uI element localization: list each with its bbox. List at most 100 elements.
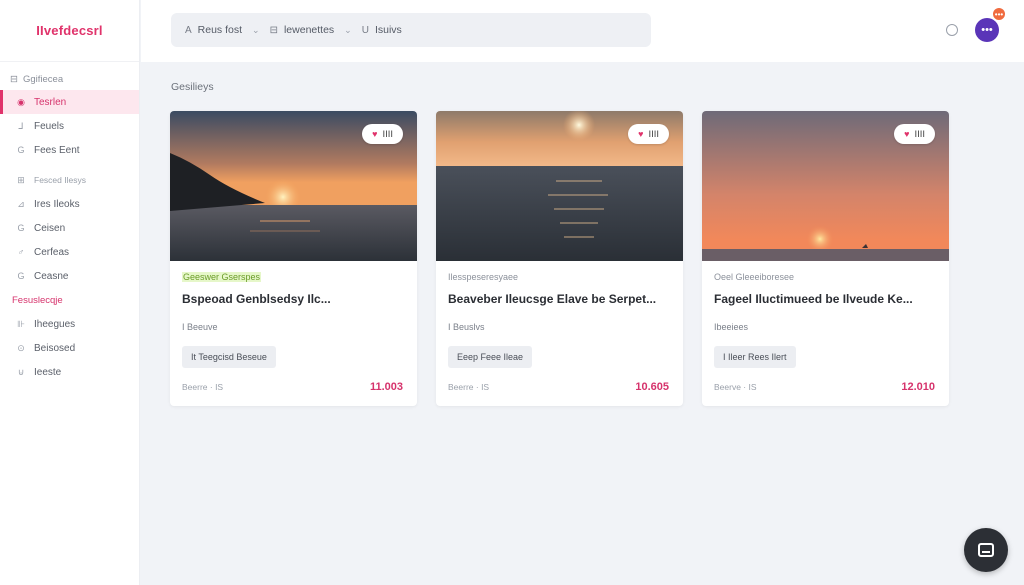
card-price: 12.010 xyxy=(901,381,935,393)
sidebar-item-icon: G xyxy=(17,223,25,233)
sidebar-header: ⊟ Ggifiecea xyxy=(0,68,139,90)
sidebar-item-3[interactable]: ⊍ Ieeste xyxy=(0,360,139,384)
sidebar-item-icon: ⊙ xyxy=(17,342,25,353)
sidebar-header-label: Ggifiecea xyxy=(22,73,64,85)
chevron-down-icon[interactable]: ⌄ xyxy=(252,25,260,36)
sidebar-item-1[interactable]: ⊪ Iheegues xyxy=(0,312,139,336)
notification-glyph: ••• xyxy=(994,9,1004,19)
sidebar-item-label: Tesrlen xyxy=(34,96,67,108)
sidebar-item-icon: G xyxy=(17,271,25,281)
sidebar-item-3[interactable]: G Fees Eent xyxy=(0,138,139,162)
property-card[interactable]: ♥ IIII Geeswer Gserspes Bspeoad Genblsed… xyxy=(170,111,417,406)
sidebar-item-label: Feuels xyxy=(34,120,65,132)
sidebar-item-5[interactable]: ⊿ Ires Ileoks xyxy=(0,192,139,216)
sidebar-item-label: Beisosed xyxy=(34,342,76,354)
sidebar-item-8[interactable]: G Ceasne xyxy=(0,264,139,288)
card-category: Oeel Gleeeiboresee xyxy=(714,272,937,286)
sidebar-item-icon: ⊞ xyxy=(17,174,25,185)
chat-icon xyxy=(978,543,994,557)
chat-button[interactable] xyxy=(964,528,1008,572)
card-image[interactable]: ♥ IIII xyxy=(436,111,683,261)
breadcrumb-item-1[interactable]: A Reus fost xyxy=(185,24,242,36)
sidebar-item-label: Ieeste xyxy=(34,366,62,378)
card-tag[interactable]: It Teegcisd Beseue xyxy=(182,346,276,368)
brand-name: IIvefdecsrl xyxy=(36,23,103,38)
sidebar-item-label: Ires Ileoks xyxy=(34,198,80,210)
card-body: Oeel Gleeeiboresee Fageel Iluctimueed be… xyxy=(702,261,949,406)
sidebar-item-2[interactable]: ⊙ Beisosed xyxy=(0,336,139,360)
card-subtitle: Ibeeiees xyxy=(714,322,749,332)
sidebar-group-label: Fesuslecqje xyxy=(12,294,63,306)
sidebar-item-label: Fees Eent xyxy=(34,144,80,156)
brand-logo[interactable]: IIvefdecsrl xyxy=(0,0,139,62)
sidebar-item-icon: ⅃ xyxy=(18,120,24,131)
card-footer: Beerre · IS 10.605 xyxy=(448,381,669,393)
rating-value: IIII xyxy=(914,128,925,140)
sidebar-item-4[interactable]: ⊞ Fesced Ilesys xyxy=(0,168,139,192)
chevron-down-icon[interactable]: ⌄ xyxy=(344,25,352,36)
card-meta: Beerre · IS xyxy=(182,382,224,392)
favorite-badge[interactable]: ♥ IIII xyxy=(894,124,935,144)
card-image[interactable]: ♥ IIII xyxy=(702,111,949,261)
card-tag[interactable]: Eeep Feee Ileae xyxy=(448,346,533,368)
sidebar-item-icon: ⊪ xyxy=(17,318,25,329)
sidebar-item-6[interactable]: G Ceisen xyxy=(0,216,139,240)
card-subtitle: I Beeuve xyxy=(182,322,218,332)
card-category-label: Oeel Gleeeiboresee xyxy=(714,272,795,282)
property-card[interactable]: ♥ IIII Oeel Gleeeiboresee Fageel Iluctim… xyxy=(702,111,949,406)
card-tag[interactable]: I Ileer Rees Ilert xyxy=(714,346,796,368)
avatar-glyph: ••• xyxy=(981,24,993,36)
card-category: Ilesspeseresyaee xyxy=(448,272,671,286)
sidebar-item-icon: G xyxy=(17,145,25,155)
card-image[interactable]: ♥ IIII xyxy=(170,111,417,261)
sidebar-item-icon: ⊿ xyxy=(17,198,25,209)
breadcrumb-item-3[interactable]: U Isuivs xyxy=(362,24,402,36)
sidebar-item-2[interactable]: ⅃ Feuels xyxy=(0,114,139,138)
card-footer: Beerve · IS 12.010 xyxy=(714,381,935,393)
sidebar-item-label: Iheegues xyxy=(34,318,76,330)
card-category: Geeswer Gserspes xyxy=(182,272,405,286)
person-icon: A xyxy=(185,24,192,36)
status-circle-icon[interactable] xyxy=(946,24,958,36)
notification-badge[interactable]: ••• xyxy=(991,6,1007,22)
heart-icon: ♥ xyxy=(638,129,644,139)
sidebar-item-label: Ceasne xyxy=(34,270,69,282)
sidebar-item-label: Fesced Ilesys xyxy=(34,175,86,185)
card-body: Ilesspeseresyaee Beaveber Ileucsge Elave… xyxy=(436,261,683,406)
card-category-label: Geeswer Gserspes xyxy=(182,272,262,282)
breadcrumb-label: lewenettes xyxy=(283,24,335,36)
breadcrumb-item-2[interactable]: ⊟ lewenettes xyxy=(270,24,335,36)
sidebar-item-icon: ♂ xyxy=(17,247,25,257)
page-title: Gesilieys xyxy=(171,81,214,93)
sidebar-item-1[interactable]: ◉ Tesrlen xyxy=(0,90,139,114)
cup-icon: U xyxy=(361,24,369,36)
card-subtitle: I Beuslvs xyxy=(448,322,485,332)
card-meta: Beerre · IS xyxy=(448,382,490,392)
card-title[interactable]: Beaveber Ileucsge Elave be Serpet... xyxy=(448,292,671,306)
card-title[interactable]: Bspeoad Genblsedsy Ilc... xyxy=(182,292,405,306)
rating-value: IIII xyxy=(382,128,393,140)
favorite-badge[interactable]: ♥ IIII xyxy=(362,124,403,144)
sidebar-item-icon: ⊍ xyxy=(17,366,25,377)
property-card[interactable]: ♥ IIII Ilesspeseresyaee Beaveber Ileucsg… xyxy=(436,111,683,406)
card-category-label: Ilesspeseresyaee xyxy=(448,272,519,282)
topbar: A Reus fost ⌄ ⊟ lewenettes ⌄ U Isuivs ••… xyxy=(141,0,1024,62)
sidebar-item-label: Ceisen xyxy=(34,222,66,234)
card-footer: Beerre · IS 11.003 xyxy=(182,381,403,393)
avatar[interactable]: ••• xyxy=(975,18,999,42)
card-body: Geeswer Gserspes Bspeoad Genblsedsy Ilc.… xyxy=(170,261,417,406)
card-price: 10.605 xyxy=(635,381,669,393)
sidebar-item-label: Cerfeas xyxy=(34,246,70,258)
rating-value: IIII xyxy=(648,128,659,140)
calendar-icon: ⊟ xyxy=(269,24,278,36)
card-meta: Beerve · IS xyxy=(714,382,757,392)
heart-icon: ♥ xyxy=(372,129,378,139)
breadcrumb-label: Reus fost xyxy=(197,24,243,36)
breadcrumb-label: Isuivs xyxy=(374,24,402,36)
heart-icon: ♥ xyxy=(904,129,910,139)
sidebar: IIvefdecsrl ⊟ Ggifiecea ◉ Tesrlen ⅃ Feuels G… xyxy=(0,0,140,585)
card-title[interactable]: Fageel Iluctimueed be Ilveude Ke... xyxy=(714,292,937,306)
favorite-badge[interactable]: ♥ IIII xyxy=(628,124,669,144)
breadcrumb-bar[interactable]: A Reus fost ⌄ ⊟ lewenettes ⌄ U Isuivs xyxy=(171,13,651,47)
sidebar-item-7[interactable]: ♂ Cerfeas xyxy=(0,240,139,264)
